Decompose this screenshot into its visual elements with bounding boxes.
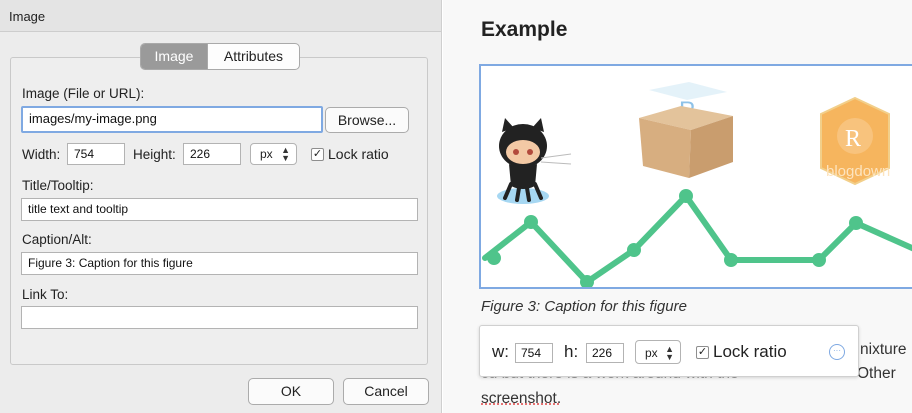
toolbar-width-input[interactable]: 754 [515,343,553,363]
updown-arrows-icon: ▲ ▼ [665,344,674,362]
image-resize-toolbar: w: 754 h: 226 px ▲ ▼ ✓ Lock ratio ··· [479,325,859,377]
title-tooltip-input[interactable]: title text and tooltip [21,198,418,221]
toolbar-height-input[interactable]: 226 [586,343,624,363]
lock-ratio-checkbox[interactable]: ✓ Lock ratio [311,146,389,162]
figure-caption: Figure 3: Caption for this figure [481,298,687,315]
height-input[interactable]: 226 [183,143,241,165]
more-options-icon[interactable]: ··· [829,344,845,360]
editor-preview: Example R blogdown Figure 3: Caption for… [443,0,912,413]
toolbar-width-label: w: [492,342,509,361]
tab-attributes[interactable]: Attributes [207,44,299,69]
browse-button[interactable]: Browse... [325,107,409,133]
body-text-line: screenshot. [481,390,562,407]
updown-arrows-icon: ▲ ▼ [281,145,290,163]
title-tooltip-label: Title/Tooltip: [22,178,94,193]
width-label: Width: [22,147,61,162]
image-source-label: Image (File or URL): [22,86,145,101]
tab-image[interactable]: Image [141,44,207,69]
link-to-label: Link To: [22,287,69,302]
toolbar-lock-ratio-checkbox[interactable]: ✓ Lock ratio [696,342,787,362]
height-value: 226 [190,147,211,161]
checkbox-checked-icon: ✓ [696,345,709,359]
blogdown-hex-logo: R blogdown [820,96,890,186]
dialog-titlebar: Image [0,0,441,32]
octocat-icon [497,118,572,204]
body-text-fragment: nixture [860,341,907,358]
svg-text:R: R [845,126,861,152]
body-text-fragment-2: Other [857,365,896,382]
caption-alt-input[interactable]: Figure 3: Caption for this figure [21,252,418,275]
toolbar-units-select[interactable]: px ▲ ▼ [635,340,681,364]
units-value: px [260,147,273,161]
image-source-input[interactable]: images/my-image.png [21,106,323,133]
ok-button[interactable]: OK [248,378,334,405]
selected-figure[interactable]: P R blogdown [479,64,912,289]
lock-ratio-label: Lock ratio [328,146,389,162]
title-tooltip-value: title text and tooltip [28,202,129,216]
link-to-input[interactable] [21,306,418,329]
image-dialog: Image Image Attributes Image (File or UR… [0,0,442,413]
toolbar-height-value: 226 [592,346,613,360]
checkbox-checked-icon: ✓ [311,147,324,161]
toolbar-width-value: 754 [521,346,542,360]
green-line [482,193,912,285]
image-source-value: images/my-image.png [29,111,157,126]
dialog-title: Image [9,9,46,24]
cancel-button[interactable]: Cancel [343,378,429,405]
box-logo-icon: P [639,82,733,178]
toolbar-units-value: px [645,346,658,360]
units-select[interactable]: px ▲ ▼ [250,143,297,165]
caption-alt-label: Caption/Alt: [22,232,92,247]
figure-image: P R blogdown [482,82,912,287]
width-value: 754 [74,147,95,161]
height-label: Height: [133,147,176,162]
toolbar-lock-ratio-label: Lock ratio [713,342,787,361]
toolbar-height-label: h: [564,342,579,361]
dialog-tabs: Image Attributes [140,43,300,70]
caption-alt-value: Figure 3: Caption for this figure [28,256,193,270]
svg-text:blogdown: blogdown [826,163,890,180]
section-heading: Example [481,18,568,41]
width-input[interactable]: 754 [67,143,125,165]
